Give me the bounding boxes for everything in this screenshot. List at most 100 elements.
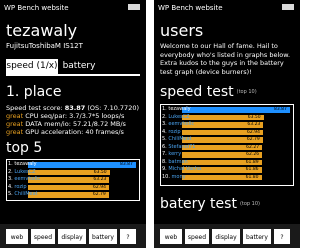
user-label[interactable]: 5. ChiliMeat bbox=[162, 136, 192, 144]
speed-button[interactable]: speed bbox=[185, 229, 209, 244]
speed-button[interactable]: speed bbox=[31, 229, 55, 244]
speed-score-line: Speed test score: 83.87 (OS: 7.10.7720) bbox=[6, 104, 139, 112]
user-label[interactable]: 8. batman bbox=[162, 159, 188, 167]
score-label: 61.89 bbox=[245, 159, 259, 165]
web-button[interactable]: web bbox=[6, 229, 28, 244]
chart-row: 2. LukesCZ 63.50 bbox=[160, 114, 292, 122]
battery-icon bbox=[128, 4, 140, 10]
gpu-line: great GPU acceleration: 40 frames/s bbox=[6, 128, 124, 136]
device-details-screen: WP Bench website tezawaly FujitsuToshiba… bbox=[0, 0, 146, 248]
user-name[interactable]: rozip bbox=[168, 129, 180, 135]
chart-row: 4. rozip 62.94 bbox=[6, 184, 138, 192]
chart-row: 1. tezawaly 83.87 bbox=[160, 106, 292, 114]
display-button[interactable]: display bbox=[58, 229, 86, 244]
rank-label: 1. bbox=[8, 161, 13, 167]
display-button[interactable]: display bbox=[212, 229, 240, 244]
user-name[interactable]: rozip bbox=[14, 184, 26, 190]
user-label[interactable]: 5. ChiliMeat bbox=[8, 191, 38, 199]
page-title: tezawaly bbox=[6, 21, 78, 40]
data-line: great DATA mem/io: 57.21/8.72 MB/s bbox=[6, 120, 126, 128]
intro-text: Welcome to our Hall of fame. Hail to eve… bbox=[160, 42, 291, 76]
user-name[interactable]: LukesCZ bbox=[14, 169, 35, 175]
user-name[interactable]: kerry bbox=[168, 151, 181, 157]
app-bar: web speed display battery ? bbox=[154, 224, 300, 248]
app-bar: web speed display battery ? bbox=[0, 224, 146, 248]
user-name[interactable]: tezawaly bbox=[14, 161, 36, 167]
battery-test-heading: batery test (top 10) bbox=[160, 196, 260, 212]
rank-label: 3. bbox=[162, 121, 167, 127]
rank-label: 6. bbox=[162, 143, 167, 150]
score-label: 62.27 bbox=[246, 144, 260, 150]
user-name[interactable]: LukesCZ bbox=[168, 114, 189, 120]
user-label[interactable]: 1. tezawaly bbox=[162, 106, 191, 114]
user-label[interactable]: 3. eemvholic bbox=[162, 121, 194, 129]
rank-label: 3. bbox=[8, 176, 13, 182]
user-name[interactable]: batman bbox=[168, 159, 187, 165]
rank-label: 7. bbox=[162, 151, 167, 157]
rank-label: 8. bbox=[162, 158, 167, 165]
help-button[interactable]: ? bbox=[120, 229, 136, 244]
score-label: 61.80 bbox=[245, 174, 259, 180]
battery-test-subtitle: (top 10) bbox=[239, 201, 260, 207]
gpu-stat: GPU acceleration: 40 frames/s bbox=[23, 128, 124, 136]
score-label: 83.87 bbox=[120, 162, 133, 167]
user-name[interactable]: tezawaly bbox=[168, 106, 190, 112]
chart-row: 7. kerry 62.26 bbox=[160, 151, 292, 159]
score-label: 62.94 bbox=[247, 129, 260, 135]
cpu-line: great CPU seq/par: 3.7/3.7*5 loops/s bbox=[6, 112, 124, 120]
score-label: 62.26 bbox=[246, 152, 260, 157]
rank-label: 4. bbox=[8, 183, 13, 190]
rank-label: 2. bbox=[162, 113, 167, 120]
user-name[interactable]: Michal Vacha bbox=[168, 166, 201, 172]
speed-top10-chart: 1. tezawaly 83.87 2. LukesCZ 63.50 3. eemvho… bbox=[160, 106, 292, 181]
score-label: 83.87 bbox=[274, 107, 287, 112]
rank-label: 2. bbox=[8, 168, 13, 175]
score-label: 61.86 bbox=[245, 167, 259, 172]
chart-row: 3. eemvholic 63.23 bbox=[160, 121, 292, 129]
user-name[interactable]: ChiliMeat bbox=[168, 136, 191, 142]
os-version: (OS: 7.10.7720) bbox=[85, 104, 139, 112]
user-name[interactable]: eemvholic bbox=[14, 176, 40, 182]
rank-label: 4. bbox=[162, 128, 167, 135]
user-label[interactable]: 2. LukesCZ bbox=[8, 169, 36, 177]
battery-button[interactable]: battery bbox=[89, 229, 117, 244]
score-label: 62.79 bbox=[92, 192, 106, 197]
page-title: users bbox=[160, 21, 204, 40]
speed-score-label: Speed test score: bbox=[6, 104, 65, 112]
user-name[interactable]: ChiliMeat bbox=[14, 191, 37, 197]
speed-test-heading: speed test (top 10) bbox=[160, 84, 257, 100]
battery-button[interactable]: battery bbox=[243, 229, 271, 244]
score-label: 63.23 bbox=[93, 177, 107, 182]
help-button[interactable]: ? bbox=[274, 229, 290, 244]
chart-row: 10. mony 61.80 bbox=[160, 174, 292, 182]
user-name[interactable]: Stefanoi71 bbox=[168, 144, 195, 150]
score-label: 63.50 bbox=[247, 114, 261, 120]
rank-label: 5. bbox=[162, 136, 167, 142]
chart-row: 1. tezawaly 83.87 bbox=[6, 161, 138, 169]
tab-battery[interactable]: battery bbox=[60, 59, 98, 74]
user-label[interactable]: 10. mony bbox=[162, 174, 186, 182]
user-label[interactable]: 4. rozip bbox=[8, 184, 27, 192]
top5-chart: 1. tezawaly 83.87 2. LukesCZ 63.50 3. eemvho… bbox=[6, 161, 138, 199]
user-label[interactable]: 2. LukesCZ bbox=[162, 114, 190, 122]
chart-row: 3. eemvholic 63.23 bbox=[6, 176, 138, 184]
top5-heading: top 5 bbox=[6, 140, 43, 156]
user-name[interactable]: mony bbox=[172, 174, 186, 180]
web-button[interactable]: web bbox=[160, 229, 182, 244]
user-label[interactable]: 3. eemvholic bbox=[8, 176, 40, 184]
great-label: great bbox=[6, 128, 24, 136]
user-label[interactable]: 1. tezawaly bbox=[8, 161, 37, 169]
user-label[interactable]: 6. Stefanoi71 bbox=[162, 144, 195, 152]
user-label[interactable]: 4. rozip bbox=[162, 129, 181, 137]
tab-speed[interactable]: speed (1/x) bbox=[6, 59, 58, 74]
battery-test-title: batery test bbox=[160, 196, 237, 212]
score-label: 63.23 bbox=[247, 122, 261, 127]
rank-label: 10. bbox=[162, 173, 170, 180]
great-label: great bbox=[6, 112, 24, 120]
rank-heading: 1. place bbox=[6, 84, 62, 100]
user-name[interactable]: eemvholic bbox=[168, 121, 194, 127]
status-title: WP Bench website bbox=[4, 4, 69, 12]
user-label[interactable]: 7. kerry bbox=[162, 151, 181, 159]
score-label: 62.79 bbox=[246, 137, 260, 142]
user-label[interactable]: 9. Michal Vacha bbox=[162, 166, 201, 174]
